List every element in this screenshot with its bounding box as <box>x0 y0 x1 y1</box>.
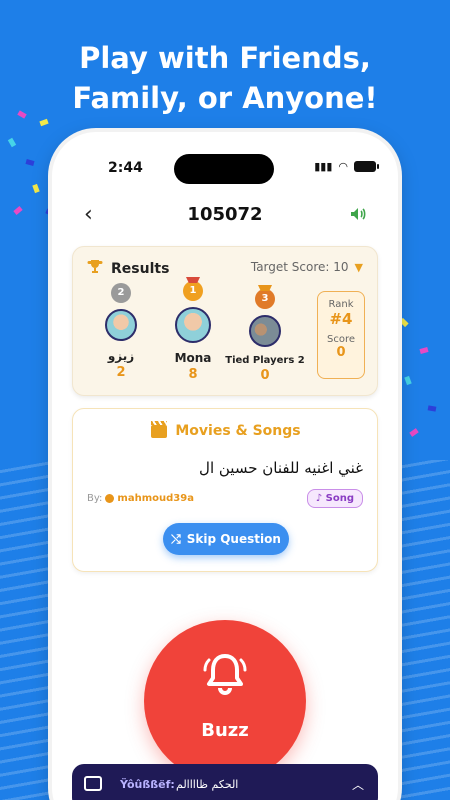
music-note-icon: ♪ <box>315 493 323 504</box>
battery-icon <box>354 161 379 172</box>
player-score: 2 <box>116 365 126 380</box>
dynamic-island <box>174 154 274 184</box>
confetti <box>39 118 49 127</box>
rank-label: Rank <box>328 299 354 310</box>
top-bar: ‹ 105072 <box>52 202 398 228</box>
skip-label: Skip Question <box>186 532 281 546</box>
buzz-label: Buzz <box>201 720 249 741</box>
tag-label: Song <box>325 493 354 504</box>
rank-value: #4 <box>329 310 353 328</box>
target-score-label: Target Score: 10 <box>250 260 349 274</box>
results-card: Results Target Score: 10 ▼ 2 زيزو 2 1 Mo… <box>72 246 378 396</box>
player-score: 0 <box>260 368 270 383</box>
clapperboard-icon <box>151 420 168 438</box>
target-score-dropdown[interactable]: Target Score: 10 ▼ <box>251 260 363 274</box>
player-third: 3 Tied Players 2 0 <box>225 285 305 383</box>
chat-bubble-icon <box>84 776 102 791</box>
signal-icon: ▮▮▮ <box>314 160 333 173</box>
chevron-down-icon: ▼ <box>354 260 363 274</box>
confetti <box>25 159 35 166</box>
player-name: زيزو <box>107 349 135 363</box>
status-time: 2:44 <box>108 160 143 176</box>
player-score: 8 <box>188 367 198 382</box>
phone-frame: 2:44 ▮▮▮ ◠ ‹ 105072 Results Target Score… <box>52 132 398 800</box>
chat-sender: Ÿôûßßëf: <box>120 778 175 791</box>
player-name: Tied Players 2 <box>225 355 305 366</box>
headline-line-2: Family, or Anyone! <box>72 81 378 115</box>
player-second: 2 زيزو 2 <box>81 281 161 380</box>
confetti <box>409 428 419 437</box>
headline-line-1: Play with Friends, <box>79 41 371 75</box>
wifi-icon: ◠ <box>338 160 348 173</box>
player-name: Mona <box>174 351 212 365</box>
confetti <box>404 375 412 386</box>
bell-icon <box>203 650 247 700</box>
chat-message: الحكم ظاااالم <box>176 778 239 791</box>
skip-question-button[interactable]: ⤭ Skip Question <box>163 523 289 555</box>
avatar <box>175 307 211 343</box>
avatar <box>249 315 281 347</box>
shuffle-icon: ⤭ <box>171 531 181 546</box>
trophy-icon <box>87 259 103 279</box>
score-label: Score <box>326 334 355 345</box>
bronze-medal-icon: 3 <box>255 289 275 309</box>
user-icon <box>105 494 115 503</box>
confetti <box>399 317 409 328</box>
results-title: Results <box>111 261 170 277</box>
player-first: 1 Mona 8 <box>153 277 233 382</box>
gold-medal-icon: 1 <box>183 281 203 301</box>
question-category: Movies & Songs <box>73 420 379 439</box>
silver-medal-icon: 2 <box>111 283 131 303</box>
question-author: By: mahmoud39a <box>87 493 194 504</box>
chat-bar[interactable]: Ÿôûßßëf: الحكم ظاااالم ︿ <box>72 764 378 800</box>
by-label: By: <box>87 493 103 504</box>
promo-headline: Play with Friends, Family, or Anyone! <box>0 38 450 118</box>
score-value: 0 <box>336 345 346 360</box>
question-text: غني اغنيه للفنان حسين ال <box>199 459 363 477</box>
category-label: Movies & Songs <box>175 423 301 439</box>
my-rank-box: Rank #4 Score 0 <box>317 291 365 379</box>
results-header: Results <box>87 259 169 279</box>
confetti <box>13 206 23 215</box>
confetti <box>419 347 429 354</box>
avatar <box>105 309 137 341</box>
confetti <box>427 405 437 412</box>
chevron-up-icon[interactable]: ︿ <box>352 776 364 793</box>
speaker-icon[interactable] <box>350 206 366 225</box>
question-card: Movies & Songs غني اغنيه للفنان حسين ال … <box>72 408 378 572</box>
confetti <box>32 183 40 194</box>
buzz-button[interactable]: Buzz <box>144 620 306 782</box>
room-code: 105072 <box>187 204 263 225</box>
song-tag: ♪ Song <box>306 489 363 508</box>
author-name[interactable]: mahmoud39a <box>117 493 194 504</box>
confetti <box>7 137 17 148</box>
status-icons: ▮▮▮ ◠ <box>314 160 379 173</box>
